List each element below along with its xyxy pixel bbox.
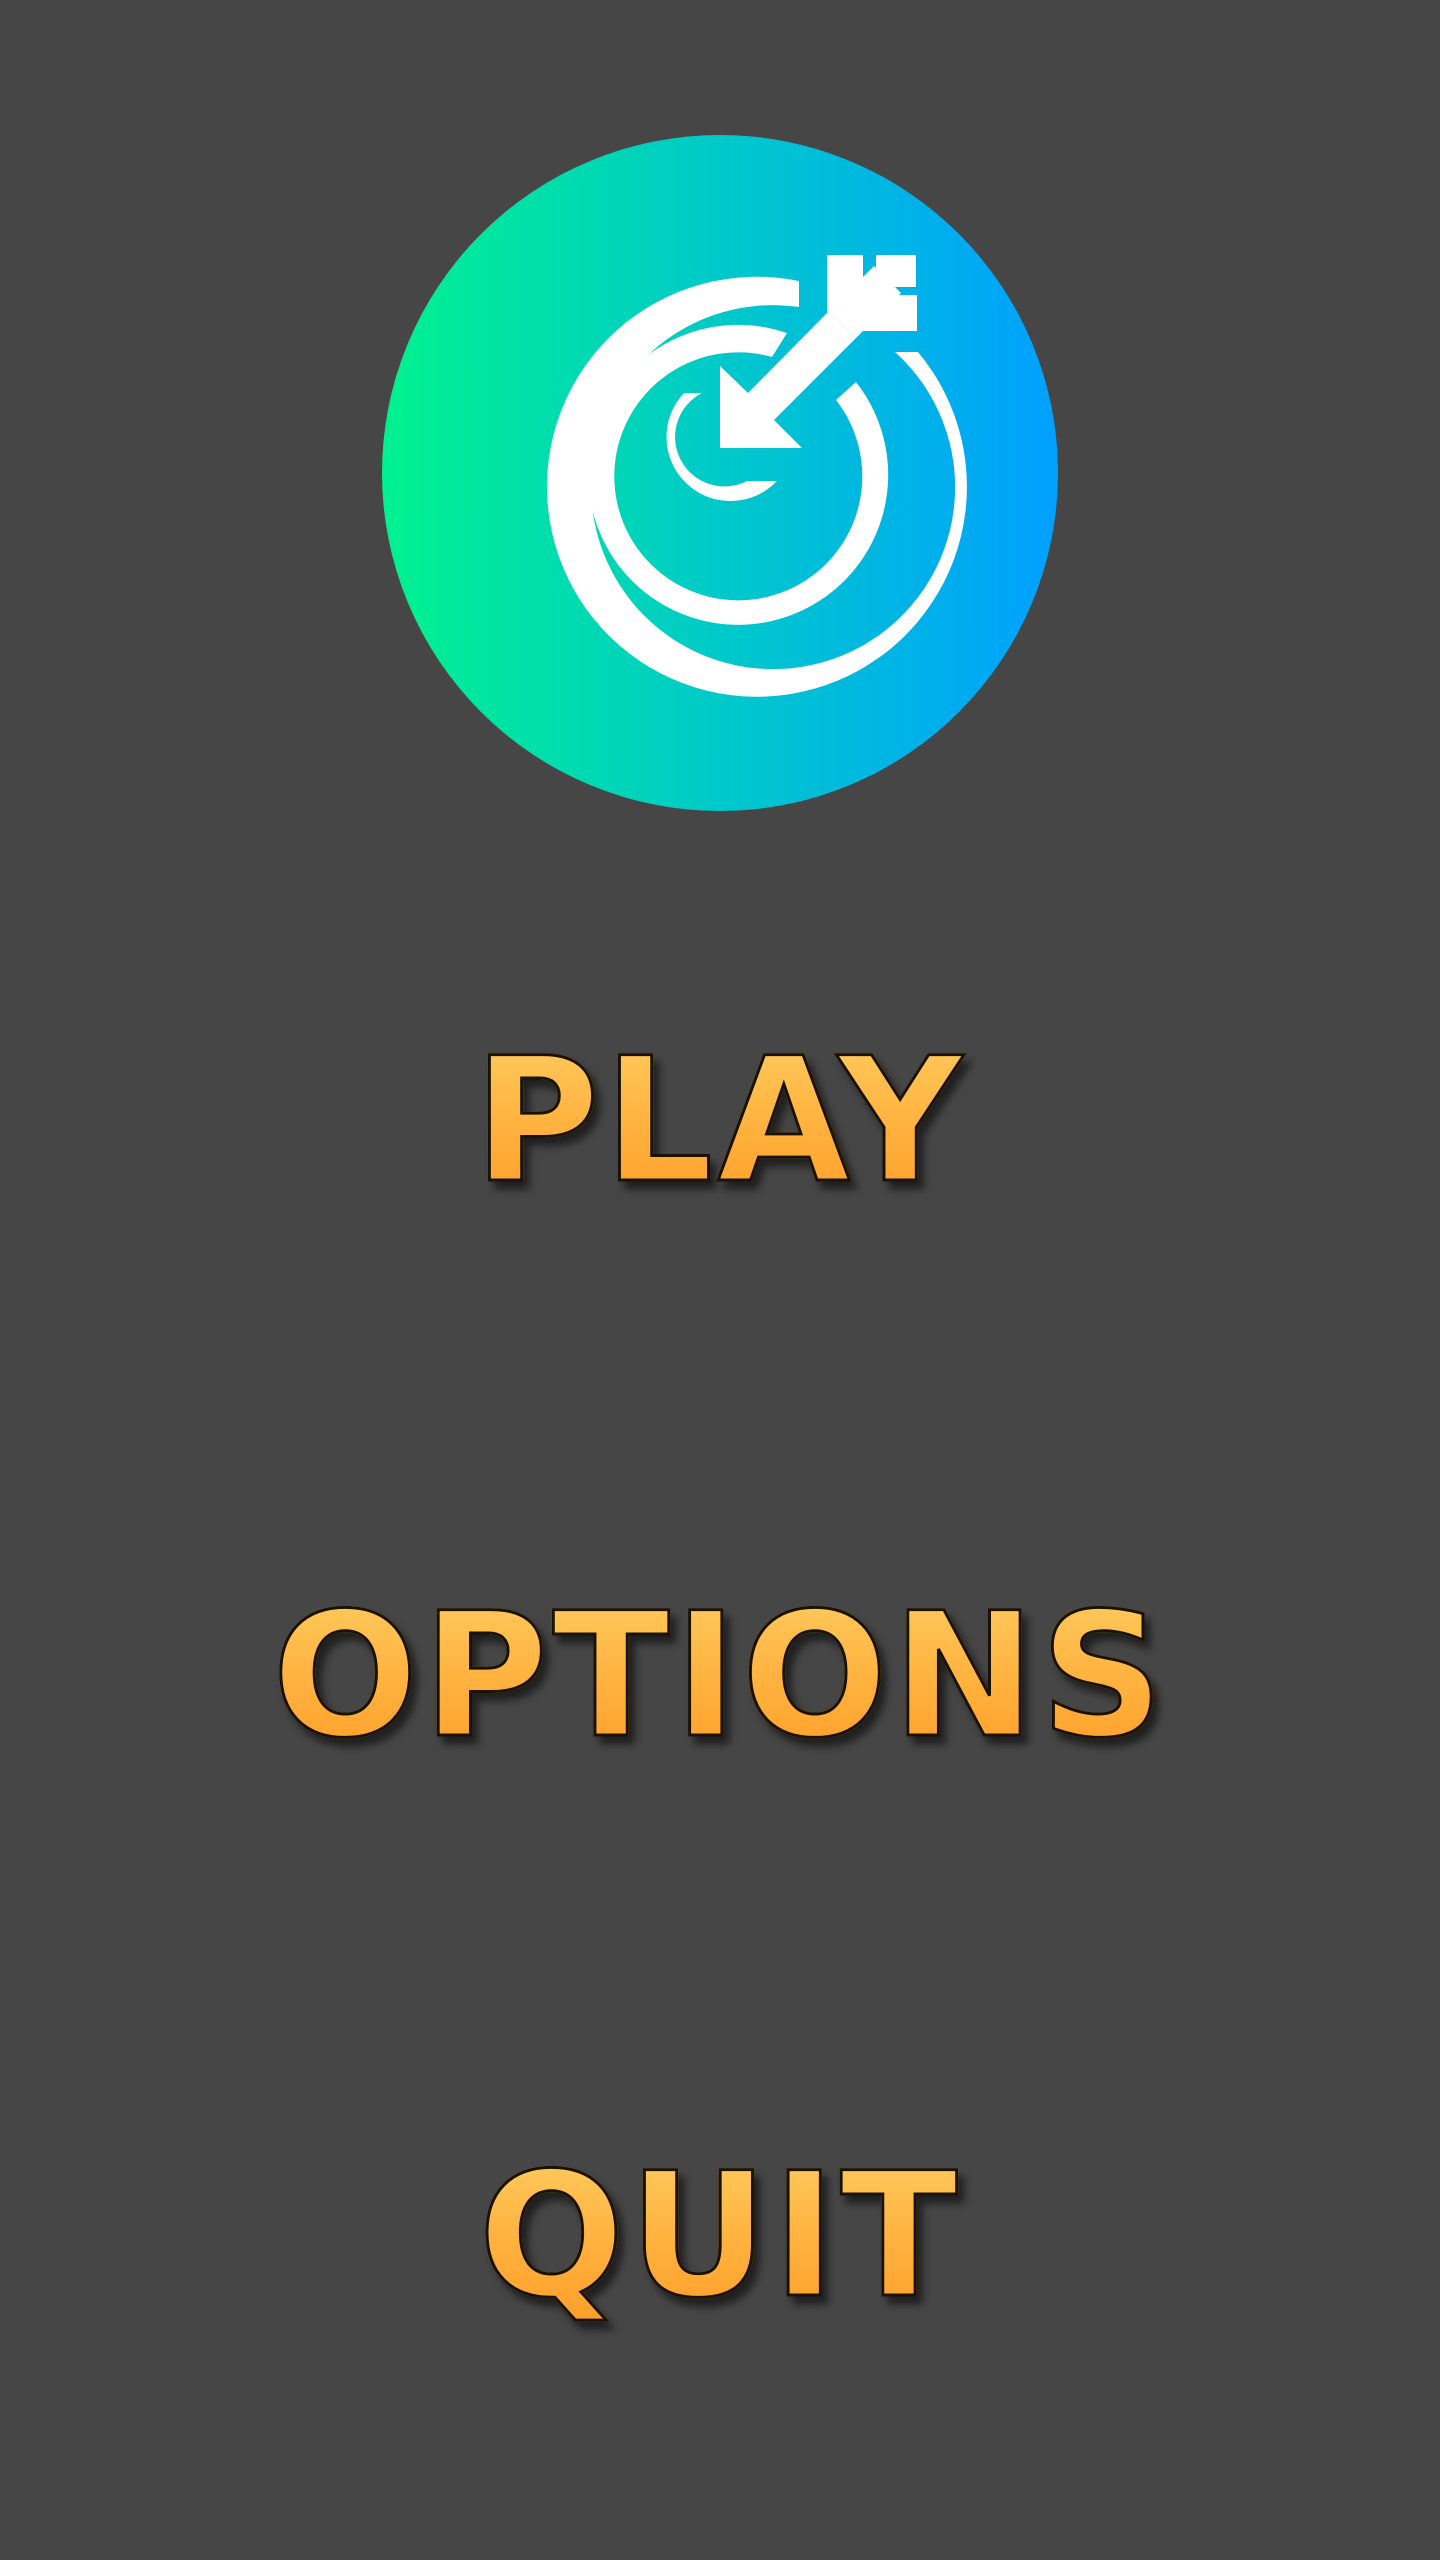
- play-button-label: PLAY: [472, 1020, 967, 1221]
- play-button[interactable]: PLAY: [0, 1020, 1440, 1221]
- quit-button-label: QUIT: [477, 2135, 962, 2336]
- target-arrow-icon: [546, 255, 967, 697]
- main-menu-screen: PLAY OPTIONS QUIT: [0, 0, 1440, 2560]
- options-button-label: OPTIONS: [271, 1575, 1168, 1776]
- game-logo: [382, 135, 1058, 811]
- options-button[interactable]: OPTIONS: [0, 1575, 1440, 1776]
- quit-button[interactable]: QUIT: [0, 2135, 1440, 2336]
